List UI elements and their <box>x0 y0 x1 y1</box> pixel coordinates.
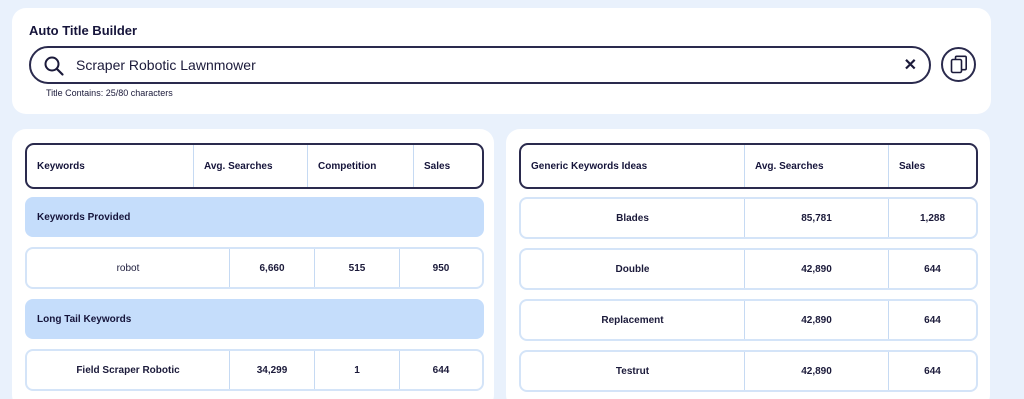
generic-keywords-panel: Generic Keywords Ideas Avg. Searches Sal… <box>506 129 990 399</box>
cell-keyword: robot <box>116 262 140 274</box>
search-icon <box>44 56 64 76</box>
cell-competition: 1 <box>314 351 399 389</box>
header-competition: Competition <box>307 145 413 187</box>
copy-button[interactable] <box>941 47 976 82</box>
cell-sales: 950 <box>399 249 482 287</box>
table-row[interactable]: robot 6,660 515 950 <box>25 247 484 289</box>
table-row[interactable]: Replacement 42,890 644 <box>519 299 978 341</box>
section-keywords-provided: Keywords Provided <box>25 197 484 237</box>
copy-icon <box>950 55 967 73</box>
keywords-panel: Keywords Avg. Searches Competition Sales… <box>12 129 494 399</box>
cell-keyword: Testrut <box>615 365 650 377</box>
keywords-table-header: Keywords Avg. Searches Competition Sales <box>25 143 484 189</box>
cell-keyword: Blades <box>616 212 649 224</box>
cell-avg-searches: 85,781 <box>744 199 888 237</box>
search-input-value[interactable]: Scraper Robotic Lawnmower <box>76 57 256 73</box>
title-search-input[interactable]: Scraper Robotic Lawnmower ✕ <box>29 46 931 84</box>
table-row[interactable]: Field Scraper Robotic 34,299 1 644 <box>25 349 484 391</box>
cell-avg-searches: 34,299 <box>229 351 314 389</box>
cell-sales: 644 <box>399 351 482 389</box>
header-sales: Sales <box>888 145 976 187</box>
generic-table-header: Generic Keywords Ideas Avg. Searches Sal… <box>519 143 978 189</box>
cell-keyword: Double <box>615 263 650 275</box>
cell-avg-searches: 6,660 <box>229 249 314 287</box>
page-title: Auto Title Builder <box>29 23 138 38</box>
header-sales: Sales <box>413 145 482 187</box>
section-long-tail-keywords: Long Tail Keywords <box>25 299 484 339</box>
char-count-label: Title Contains: 25/80 characters <box>46 88 173 98</box>
cell-avg-searches: 42,890 <box>744 301 888 339</box>
cell-sales: 644 <box>888 352 976 390</box>
table-row[interactable]: Double 42,890 644 <box>519 248 978 290</box>
title-builder-card: Auto Title Builder Scraper Robotic Lawnm… <box>12 8 991 114</box>
header-generic-keywords: Generic Keywords Ideas <box>531 160 648 172</box>
table-row[interactable]: Testrut 42,890 644 <box>519 350 978 392</box>
header-avg-searches: Avg. Searches <box>744 145 888 187</box>
cell-avg-searches: 42,890 <box>744 352 888 390</box>
cell-keyword: Field Scraper Robotic <box>76 364 180 376</box>
cell-sales: 644 <box>888 250 976 288</box>
close-icon[interactable]: ✕ <box>904 55 917 75</box>
header-avg-searches: Avg. Searches <box>193 145 307 187</box>
cell-sales: 1,288 <box>888 199 976 237</box>
cell-avg-searches: 42,890 <box>744 250 888 288</box>
header-keywords: Keywords <box>37 160 85 172</box>
cell-keyword: Replacement <box>601 314 664 326</box>
table-row[interactable]: Blades 85,781 1,288 <box>519 197 978 239</box>
cell-competition: 515 <box>314 249 399 287</box>
cell-sales: 644 <box>888 301 976 339</box>
